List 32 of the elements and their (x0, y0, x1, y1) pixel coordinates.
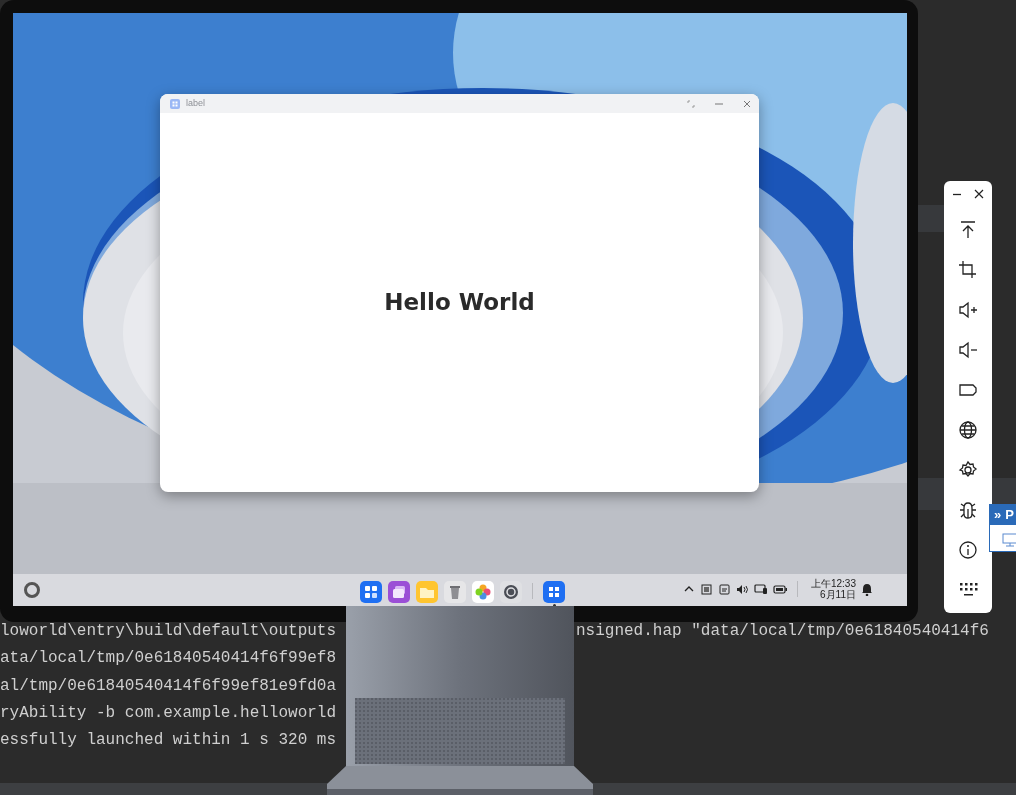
window-stack-icon[interactable] (388, 580, 410, 603)
clipboard-icon[interactable] (717, 582, 731, 596)
settings-icon[interactable] (500, 580, 522, 603)
volume-down-icon[interactable] (958, 340, 978, 360)
terminal-line: essfully launched within 1 s 320 ms (0, 730, 337, 752)
start-icon[interactable] (23, 581, 41, 599)
hello-text: Hello World (384, 288, 535, 318)
close-icon[interactable] (973, 189, 984, 199)
app-grid-icon[interactable] (360, 580, 382, 603)
battery-icon[interactable] (772, 582, 788, 596)
terminal-line: loworld\entry\build\default\outputs (0, 621, 337, 642)
panel-title: P (1005, 506, 1014, 525)
terminal-line: ata/local/tmp/0e61840540414f6f99ef8 (0, 648, 337, 670)
clock-time: 上午12:33 (810, 578, 856, 589)
bug-icon[interactable] (958, 500, 978, 520)
terminal-line: al/tmp/0e61840540414f6f99ef81e9fd0a (0, 675, 337, 697)
chevron-text[interactable]: » (994, 505, 1002, 525)
volume-up-icon[interactable] (958, 300, 978, 320)
window-title: label (186, 96, 205, 110)
crop-icon[interactable] (958, 260, 978, 280)
app-icon (170, 98, 180, 109)
clock-date: 6月11日 (820, 589, 856, 600)
app-grid-icon[interactable] (543, 580, 565, 603)
bell-icon[interactable] (861, 582, 873, 596)
terminal-line: ryAbility -b com.example.helloworld (0, 702, 337, 724)
globe-icon[interactable] (958, 420, 978, 440)
upload-icon[interactable] (958, 220, 978, 240)
display-icon[interactable] (753, 582, 768, 596)
info-icon[interactable] (958, 540, 978, 560)
terminal-line: nsigned.hap "data/local/tmp/0e61840540414f6 (576, 621, 989, 642)
trash-icon[interactable] (444, 580, 466, 603)
flower-icon[interactable] (472, 580, 494, 603)
